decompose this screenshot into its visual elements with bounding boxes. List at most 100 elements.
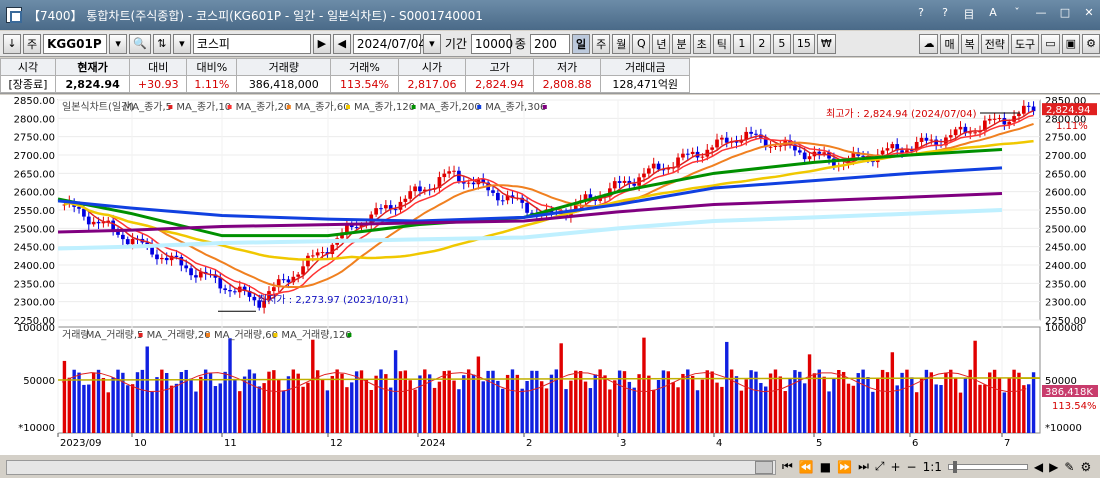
volume-bar [354,371,359,433]
freq-button-year[interactable]: 년 [652,33,671,54]
quote-header-time: 시각 [0,58,56,76]
candle-body [992,118,997,120]
volume-tick-right: 100000 [1045,323,1083,334]
question-icon[interactable]: ? [938,6,952,22]
edit-icon[interactable]: ✎ [1064,460,1074,474]
rewind-icon[interactable]: ⏪ [799,460,814,474]
volume-bar [77,372,81,433]
tools-button[interactable]: 도구 [1010,33,1040,54]
volume-bar [413,389,417,433]
font-icon[interactable]: A [986,6,1000,22]
go-first-icon[interactable]: ⏮ [782,459,793,474]
volume-bar [233,378,237,433]
volume-bar [535,370,539,433]
freq-button-day[interactable]: 일 [571,33,591,54]
play-fwd-icon[interactable]: ▶ [1049,460,1058,474]
volume-bar [223,371,227,433]
period-input[interactable]: 10000 [470,33,513,54]
volume-bar [978,384,982,433]
zoom-out-icon[interactable]: − [907,460,917,474]
zoom-slider[interactable] [947,460,1028,473]
layout-icon[interactable]: 目 [962,6,976,22]
close-icon[interactable]: ✕ [1082,6,1096,22]
toolbar: ↓ 주 KGG01P ▾ 🔍 ⇅ ▾ 코스피 ▶ ◀ 2024/07/04 ▾ … [0,31,1100,57]
candle-body [96,221,101,224]
market-button[interactable]: 주 [23,33,42,54]
minimize-icon[interactable]: — [1034,6,1048,22]
name-input[interactable]: 코스피 [192,33,311,54]
ratio-icon[interactable]: 1:1 [923,460,942,474]
date-dropdown[interactable]: ▾ [422,33,441,54]
stock-chart[interactable]: 2850.00 2850.002800.00 2800.002750.00 2750.… [0,95,1100,455]
freq-button-tick[interactable]: 틱 [712,33,731,54]
volume-bar [603,375,607,433]
volume-bar [213,386,218,433]
volume-bar [208,373,213,433]
forward-icon[interactable]: ⏩ [837,460,852,474]
zoom-fit-icon[interactable]: ⤢ [875,459,885,474]
period-label: 기간 [444,37,467,51]
candle-body [500,200,505,202]
volume-legend-item: MA_거래량,5 [86,329,144,341]
freq-button-month[interactable]: 월 [612,33,631,54]
play-back-icon[interactable]: ◀ [1034,460,1043,474]
next-button[interactable]: ▶ [312,33,331,54]
date-input[interactable]: 2024/07/04 [352,33,426,54]
candle-body [690,151,695,155]
compound-button[interactable]: 복 [960,33,979,54]
count-input[interactable]: 200 [529,33,570,54]
prev-button[interactable]: ◀ [332,33,351,54]
price-legend-swatch [542,105,547,109]
stop-icon[interactable]: ■ [820,460,831,474]
freq-button-1[interactable]: 1 [732,33,751,54]
volume-bar [647,375,651,433]
pin-icon[interactable]: ˇ [1010,6,1024,22]
strategy-button[interactable]: 전략 [980,33,1009,54]
volume-bar [890,352,895,433]
freq-button-week[interactable]: 주 [592,33,611,54]
freq-button-15[interactable]: 15 [792,33,815,54]
volume-bar [578,370,583,433]
settings2-icon[interactable]: ⚙ [1080,460,1091,474]
volume-bar [1002,392,1007,433]
chart-area[interactable]: 2850.00 2850.00 2800.00 2800.00 2750.00 2750.… [0,95,1100,455]
trade-button[interactable]: 매 [940,33,959,54]
freq-button-second[interactable]: 초 [692,33,711,54]
code-input[interactable]: KGG01P [43,33,108,54]
candle-body [646,168,651,174]
freq-button-5[interactable]: 5 [772,33,791,54]
volume-bar [876,378,880,433]
folder-icon[interactable]: ▭ [1041,33,1060,54]
freq-button-won[interactable]: ₩ [816,33,836,54]
scroll-thumb[interactable] [755,461,773,474]
go-last-icon[interactable]: ⏭ [858,459,869,474]
help-icon[interactable]: ? [914,6,928,22]
volume-bar [851,385,856,433]
search-icon[interactable]: 🔍 [129,33,151,54]
volume-bar [739,390,744,433]
save-icon[interactable]: ▣ [1061,33,1080,54]
chart-scrollbar[interactable] [6,460,776,475]
volume-legend-swatch [138,333,143,337]
down-arrow-button[interactable]: ↓ [3,33,21,54]
freq-button-quarter[interactable]: Q [632,33,651,54]
candle-body [778,145,783,147]
sort-icon[interactable]: ⇅ [152,33,171,54]
freq-button-minute[interactable]: 분 [672,33,691,54]
maximize-icon[interactable]: □ [1058,6,1072,22]
volume-bar [846,383,851,433]
sort-dropdown[interactable]: ▾ [172,33,191,54]
volume-bar [82,384,86,433]
volume-bar [695,390,700,433]
volume-bar [764,386,768,433]
quote-price: 2,824.94 [54,75,131,93]
settings-icon[interactable]: ⚙ [1082,33,1100,54]
volume-bar [783,391,787,433]
candle-body [218,277,223,289]
freq-button-2[interactable]: 2 [752,33,771,54]
zoom-in-icon[interactable]: + [890,460,900,474]
volume-bar [652,389,656,433]
cloud-icon[interactable]: ☁ [919,33,939,54]
code-dropdown[interactable]: ▾ [109,33,128,54]
volume-bar [1012,369,1016,433]
